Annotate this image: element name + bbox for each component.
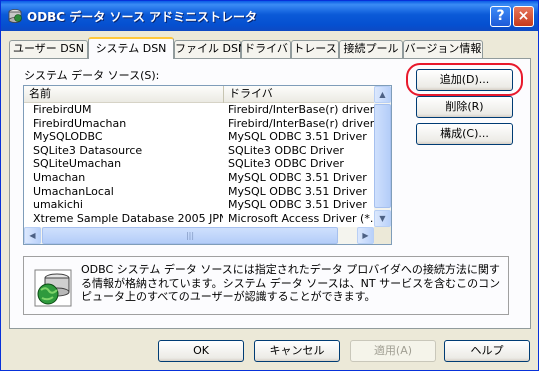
system-data-source-label: システム データ ソース(S): (24, 69, 160, 82)
row-name: MySQLODBC (33, 130, 103, 144)
vertical-scroll-thumb[interactable] (374, 104, 391, 208)
row-driver: Microsoft Access Driver (*.mdb) (228, 211, 374, 225)
row-name: FirebirdUM (33, 103, 92, 116)
column-driver[interactable]: ドライバ (224, 86, 374, 103)
horizontal-scrollbar[interactable]: ◀ ||| ▶ (24, 227, 374, 244)
scroll-up-button[interactable]: ▲ (374, 86, 391, 103)
globe-database-icon (34, 269, 72, 307)
row-name: SQLite3 Datasource (33, 143, 143, 157)
row-name: Xtreme Sample Database 2005 JPN (33, 211, 223, 225)
cancel-button[interactable]: キャンセル (254, 340, 340, 362)
tab-user-dsn[interactable]: ユーザー DSN (9, 40, 88, 58)
list-item[interactable]: SQLiteUmachan SQLite3 ODBC Driver (24, 157, 374, 171)
row-name: FirebirdUmachan (33, 116, 127, 130)
odbc-admin-window: ODBC データ ソース アドミニストレータ ? × ユーザー DSN システム… (0, 0, 539, 371)
row-driver: MySQL ODBC 3.51 Driver (228, 184, 367, 198)
scroll-corner (374, 227, 391, 244)
row-driver: SQLite3 ODBC Driver (228, 143, 344, 157)
scroll-right-button[interactable]: ▶ (357, 227, 374, 244)
tab-drivers[interactable]: ドライバ (241, 40, 291, 58)
list-item[interactable]: FirebirdUM Firebird/InterBase(r) driver (24, 103, 374, 117)
list-item[interactable]: SQLite3 Datasource SQLite3 ODBC Driver (24, 144, 374, 158)
row-driver: Firebird/InterBase(r) driver (228, 103, 374, 116)
scroll-down-button[interactable]: ▼ (374, 210, 391, 227)
row-driver: Firebird/InterBase(r) driver (228, 116, 374, 130)
row-name: UmachanLocal (33, 184, 114, 198)
list-header: 名前 ドライバ (24, 86, 374, 103)
row-driver: SQLite3 ODBC Driver (228, 157, 344, 171)
configure-button[interactable]: 構成(C)... (416, 123, 513, 145)
help-title-button[interactable]: ? (490, 6, 511, 27)
row-driver: MySQL ODBC 3.51 Driver (228, 130, 367, 144)
vertical-scrollbar[interactable]: ▲ ▼ (374, 86, 391, 227)
help-button[interactable]: ヘルプ (444, 340, 530, 362)
horizontal-scroll-thumb[interactable]: ||| (42, 227, 338, 244)
list-item[interactable]: FirebirdUmachan Firebird/InterBase(r) dri… (24, 117, 374, 131)
row-name: SQLiteUmachan (33, 157, 122, 171)
row-driver: MySQL ODBC 3.51 Driver (228, 198, 367, 212)
tab-about[interactable]: バージョン情報 (403, 40, 483, 58)
list-item[interactable]: Umachan MySQL ODBC 3.51 Driver (24, 171, 374, 185)
row-name: umakichi (33, 198, 83, 212)
tab-system-dsn[interactable]: システム DSN (88, 37, 174, 59)
list-item[interactable]: Xtreme Sample Database 2005 JPN Microsoft… (24, 212, 374, 226)
data-source-list[interactable]: 名前 ドライバ FirebirdUM Firebird/InterBase(r) … (23, 85, 392, 245)
row-name: Umachan (33, 170, 86, 184)
apply-button[interactable]: 適用(A) (350, 340, 436, 362)
ok-button[interactable]: OK (158, 340, 244, 362)
list-item[interactable]: MySQLODBC MySQL ODBC 3.51 Driver (24, 130, 374, 144)
list-item[interactable]: umakichi MySQL ODBC 3.51 Driver (24, 198, 374, 212)
odbc-app-icon (8, 9, 22, 23)
title-bar[interactable]: ODBC データ ソース アドミニストレータ ? × (1, 1, 538, 31)
list-item[interactable]: UmachanLocal MySQL ODBC 3.51 Driver (24, 185, 374, 199)
tab-connection-pooling[interactable]: 接続プール (339, 40, 403, 58)
remove-button[interactable]: 削除(R) (416, 96, 513, 118)
tab-tracing[interactable]: トレース (291, 40, 339, 58)
close-button[interactable]: × (513, 6, 534, 27)
tab-file-dsn[interactable]: ファイル DSN (174, 40, 246, 58)
highlight-ring (406, 63, 523, 96)
row-driver: MySQL ODBC 3.51 Driver (228, 170, 367, 184)
scroll-left-button[interactable]: ◀ (24, 227, 41, 244)
info-text: ODBC システム データ ソースには指定されたデータ プロバイダへの接続方法に… (81, 263, 501, 303)
column-name[interactable]: 名前 (24, 86, 224, 103)
window-title: ODBC データ ソース アドミニストレータ (27, 10, 258, 24)
list-rows: FirebirdUM Firebird/InterBase(r) driver F… (24, 103, 374, 225)
